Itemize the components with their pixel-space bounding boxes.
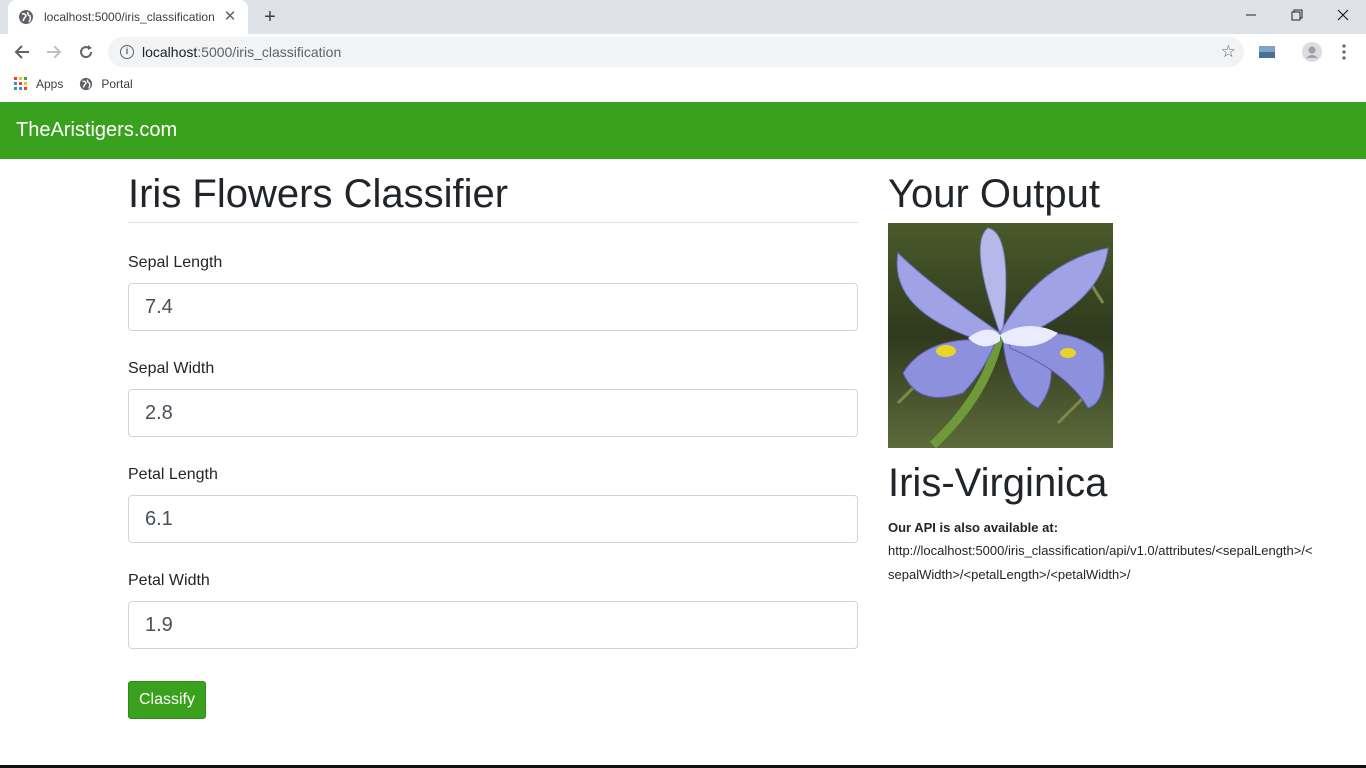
- forward-icon[interactable]: [42, 40, 66, 64]
- address-bar[interactable]: i localhost:5000/iris_classification ☆: [108, 37, 1244, 67]
- petal-width-label: Petal Width: [128, 572, 210, 589]
- close-window-icon[interactable]: [1320, 0, 1366, 30]
- petal-length-label: Petal Length: [128, 466, 218, 483]
- url-host: localhost: [142, 44, 198, 60]
- tab-title: localhost:5000/iris_classification: [44, 10, 215, 24]
- classifier-form: Iris Flowers Classifier Sepal Length Sep…: [128, 159, 858, 719]
- info-icon[interactable]: i: [120, 45, 134, 59]
- iris-flower-image: [888, 223, 1113, 448]
- reload-icon[interactable]: [74, 40, 98, 64]
- title-divider: [128, 222, 858, 223]
- extension-icon[interactable]: [1255, 40, 1279, 64]
- site-brand-link[interactable]: TheAristigers.com: [16, 119, 177, 142]
- restore-icon[interactable]: [1274, 0, 1320, 30]
- sepal-width-label: Sepal Width: [128, 360, 215, 377]
- bookmark-star-icon[interactable]: ☆: [1221, 43, 1236, 61]
- profile-avatar-icon[interactable]: [1300, 40, 1324, 64]
- apps-grid-icon: [14, 77, 28, 91]
- api-label: Our API is also available at:: [888, 520, 1059, 535]
- prediction-result: Iris-Virginica: [888, 461, 1108, 505]
- site-navbar: TheAristigers.com: [0, 102, 1366, 159]
- back-icon[interactable]: [10, 40, 34, 64]
- api-url: http://localhost:5000/iris_classificatio…: [888, 543, 1313, 582]
- output-panel: Your Output Iris-Virginica Our API is al…: [888, 159, 1328, 587]
- new-tab-icon[interactable]: +: [258, 5, 282, 29]
- sepal-length-input[interactable]: [128, 283, 858, 331]
- globe-icon: [79, 77, 93, 91]
- bookmark-portal-label: Portal: [101, 77, 133, 91]
- bookmark-apps[interactable]: Apps: [14, 77, 63, 91]
- petal-width-input[interactable]: [128, 601, 858, 649]
- tab-strip: localhost:5000/iris_classification ✕ +: [0, 0, 1366, 34]
- globe-icon: [18, 9, 34, 25]
- browser-tab[interactable]: localhost:5000/iris_classification ✕: [8, 0, 248, 34]
- browser-toolbar: i localhost:5000/iris_classification ☆: [0, 34, 1366, 70]
- bookmark-portal[interactable]: Portal: [79, 77, 133, 91]
- classify-button[interactable]: Classify: [128, 681, 206, 719]
- bookmark-apps-label: Apps: [36, 77, 64, 91]
- sepal-width-input[interactable]: [128, 389, 858, 437]
- menu-dots-icon[interactable]: [1332, 40, 1356, 64]
- url-path: :5000/iris_classification: [197, 44, 342, 60]
- close-tab-icon[interactable]: ✕: [222, 9, 238, 25]
- sepal-length-label: Sepal Length: [128, 254, 223, 271]
- output-title: Your Output: [888, 172, 1101, 216]
- petal-length-input[interactable]: [128, 495, 858, 543]
- bookmarks-bar: Apps Portal: [0, 70, 1366, 98]
- minimize-icon[interactable]: [1228, 0, 1274, 30]
- page-title: Iris Flowers Classifier: [128, 172, 509, 216]
